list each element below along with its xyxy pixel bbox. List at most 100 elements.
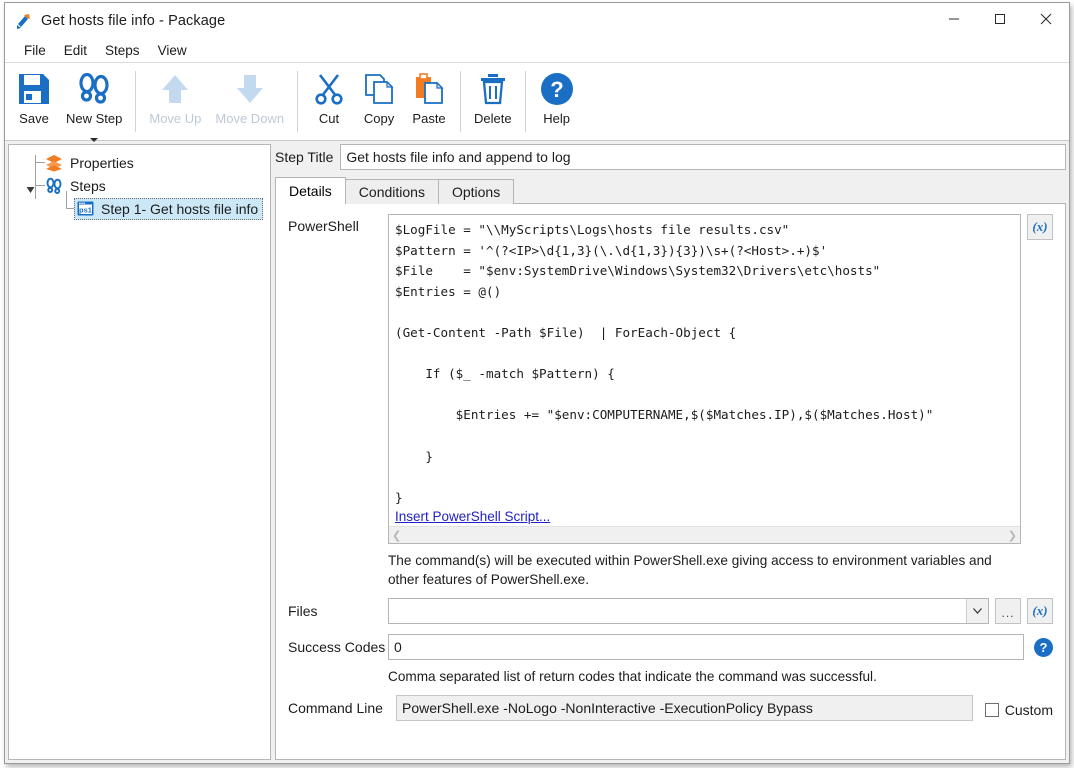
save-icon bbox=[16, 67, 52, 111]
success-codes-help-icon[interactable]: ? bbox=[1034, 638, 1053, 657]
command-line-field-container: Custom bbox=[396, 695, 1053, 721]
chevron-down-icon[interactable] bbox=[966, 599, 988, 623]
powershell-script-text[interactable]: $LogFile = "\\MyScripts\Logs\hosts file … bbox=[389, 215, 1020, 509]
question-circle-icon: ? bbox=[539, 67, 575, 111]
ps1-script-icon: ps1 bbox=[77, 200, 95, 218]
spacer-label bbox=[288, 660, 388, 664]
custom-checkbox[interactable] bbox=[985, 703, 999, 717]
tab-details[interactable]: Details bbox=[275, 177, 346, 204]
powershell-help-text: The command(s) will be executed within P… bbox=[388, 551, 1021, 589]
tab-conditions[interactable]: Conditions bbox=[345, 179, 439, 204]
arrow-up-icon bbox=[157, 67, 193, 111]
tree-expand-toggle[interactable] bbox=[26, 181, 35, 197]
command-line-label: Command Line bbox=[288, 700, 396, 716]
close-button[interactable] bbox=[1023, 3, 1069, 35]
toolbar-paste-button[interactable]: Paste bbox=[404, 63, 454, 140]
step-tree-panel: Properties Steps bbox=[8, 144, 271, 760]
properties-stack-icon bbox=[45, 154, 63, 172]
toolbar-move-down-label: Move Down bbox=[215, 111, 284, 126]
minimize-button[interactable] bbox=[931, 3, 977, 35]
success-codes-help-text: Comma separated list of return codes tha… bbox=[388, 667, 1021, 686]
custom-checkbox-row[interactable]: Custom bbox=[985, 698, 1053, 718]
tree-item-steps[interactable]: Steps bbox=[9, 174, 270, 197]
success-codes-field-container: ? bbox=[388, 634, 1053, 660]
tree-item-properties[interactable]: Properties bbox=[9, 151, 270, 174]
maximize-button[interactable] bbox=[977, 3, 1023, 35]
success-codes-row: Success Codes ? bbox=[288, 634, 1053, 660]
toolbar-help-label: Help bbox=[543, 111, 570, 126]
command-line-input[interactable] bbox=[396, 695, 973, 721]
custom-checkbox-label: Custom bbox=[1005, 702, 1053, 718]
toolbar-delete-button[interactable]: Delete bbox=[467, 63, 519, 140]
toolbar-move-down-button[interactable]: Move Down bbox=[208, 63, 291, 140]
toolbar-delete-label: Delete bbox=[474, 111, 512, 126]
toolbar-move-up-button[interactable]: Move Up bbox=[142, 63, 208, 140]
tab-options[interactable]: Options bbox=[438, 179, 514, 204]
files-variable-button[interactable]: (x) bbox=[1027, 598, 1053, 624]
menu-steps[interactable]: Steps bbox=[96, 41, 149, 60]
files-row: Files ... (x) bbox=[288, 598, 1053, 624]
toolbar-new-step-button[interactable]: New Step bbox=[59, 63, 129, 140]
tree-item-steps-label: Steps bbox=[70, 177, 106, 195]
tree-item-step-1[interactable]: ps1 Step 1- Get hosts file info bbox=[9, 197, 270, 220]
powershell-label: PowerShell bbox=[288, 214, 388, 234]
powershell-script-box[interactable]: $LogFile = "\\MyScripts\Logs\hosts file … bbox=[388, 214, 1021, 544]
scroll-left-icon[interactable]: ❮ bbox=[392, 529, 401, 542]
arrow-down-icon bbox=[232, 67, 268, 111]
toolbar-help-button[interactable]: ? Help bbox=[532, 63, 582, 140]
toolbar-copy-button[interactable]: Copy bbox=[354, 63, 404, 140]
content-area: Properties Steps bbox=[5, 141, 1069, 763]
powershell-variable-button[interactable]: (x) bbox=[1027, 214, 1053, 240]
toolbar-paste-label: Paste bbox=[412, 111, 445, 126]
files-input[interactable] bbox=[389, 599, 966, 623]
scroll-right-icon[interactable]: ❯ bbox=[1008, 529, 1017, 542]
copy-icon bbox=[362, 67, 396, 111]
svg-text:?: ? bbox=[550, 77, 563, 102]
files-browse-button[interactable]: ... bbox=[995, 598, 1021, 624]
toolbar-cut-button[interactable]: Cut bbox=[304, 63, 354, 140]
success-codes-help-row: Comma separated list of return codes tha… bbox=[288, 660, 1053, 695]
toolbar-save-button[interactable]: Save bbox=[9, 63, 59, 140]
details-tab-panel: PowerShell $LogFile = "\\MyScripts\Logs\… bbox=[275, 203, 1066, 760]
window-title: Get hosts file info - Package bbox=[41, 13, 225, 29]
command-line-row: Command Line Custom bbox=[288, 695, 1053, 721]
success-codes-input[interactable] bbox=[388, 634, 1024, 660]
step-tabs: Details Conditions Options bbox=[275, 177, 1066, 204]
footsteps-icon bbox=[76, 67, 112, 111]
svg-text:ps1: ps1 bbox=[79, 205, 92, 214]
files-combobox[interactable] bbox=[388, 598, 989, 624]
toolbar-copy-label: Copy bbox=[364, 111, 394, 126]
toolbar: Save New Step Move Up bbox=[5, 63, 1069, 141]
step-editor-panel: Step Title Details Conditions Options Po… bbox=[275, 144, 1066, 760]
insert-powershell-script-link[interactable]: Insert PowerShell Script... bbox=[389, 509, 1020, 526]
toolbar-new-step-label: New Step bbox=[66, 111, 122, 126]
menu-edit[interactable]: Edit bbox=[55, 41, 96, 60]
step-title-row: Step Title bbox=[275, 144, 1066, 170]
toolbar-separator-3 bbox=[460, 71, 461, 132]
step-tree: Properties Steps bbox=[9, 145, 270, 220]
menu-file[interactable]: File bbox=[15, 41, 55, 60]
step-title-input[interactable] bbox=[340, 144, 1066, 170]
tree-item-step-1-label: Step 1- Get hosts file info bbox=[101, 200, 258, 218]
script-horizontal-scrollbar[interactable]: ❮ ❯ bbox=[389, 526, 1020, 543]
success-codes-label: Success Codes bbox=[288, 639, 388, 655]
chevron-down-icon[interactable] bbox=[90, 138, 98, 142]
menu-view[interactable]: View bbox=[149, 41, 196, 60]
scissors-icon bbox=[312, 67, 346, 111]
toolbar-cut-label: Cut bbox=[319, 111, 339, 126]
title-bar: Get hosts file info - Package bbox=[5, 3, 1069, 39]
powershell-row: PowerShell $LogFile = "\\MyScripts\Logs\… bbox=[288, 214, 1053, 544]
package-editor-icon bbox=[15, 12, 33, 30]
paste-icon bbox=[412, 67, 446, 111]
success-codes-help-container: Comma separated list of return codes tha… bbox=[388, 660, 1021, 695]
toolbar-save-label: Save bbox=[19, 111, 49, 126]
powershell-editor-container: $LogFile = "\\MyScripts\Logs\hosts file … bbox=[388, 214, 1021, 544]
trash-icon bbox=[476, 67, 510, 111]
toolbar-separator-1 bbox=[135, 71, 136, 132]
files-field-container: ... (x) bbox=[388, 598, 1053, 624]
tree-item-step-1-selection: ps1 Step 1- Get hosts file info bbox=[74, 198, 263, 220]
powershell-help-container: The command(s) will be executed within P… bbox=[388, 544, 1021, 598]
step-title-label: Step Title bbox=[275, 149, 340, 165]
powershell-help-row: The command(s) will be executed within P… bbox=[288, 544, 1053, 598]
toolbar-separator-2 bbox=[297, 71, 298, 132]
